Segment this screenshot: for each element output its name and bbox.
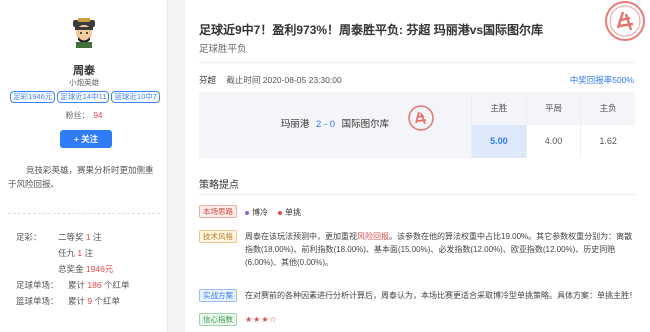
match-meta: 芬超 截止时间 2020-08-05 23:30:00	[199, 74, 342, 86]
article-title: 足球近9中7！盈利973%！周泰胜平负: 芬超 玛丽港vs国际图尔库	[199, 23, 544, 37]
badge-zucai: 足彩1946元	[10, 91, 56, 103]
match-box: 玛丽港 2 - 0 国际图尔库 主胜 5.00 平局 4.00 主负 1.62	[199, 92, 636, 158]
item-dantiao: 单挑	[278, 207, 301, 218]
badge-basketball: 篮球近10中7	[111, 91, 160, 103]
avatar[interactable]	[69, 18, 99, 48]
odd-draw[interactable]: 平局 4.00	[526, 92, 582, 158]
home-team: 玛丽港	[280, 119, 310, 130]
red-dot-icon	[278, 210, 282, 215]
divider	[199, 62, 636, 63]
red-stamp-icon	[605, 1, 645, 41]
profile-name: 周泰	[73, 65, 95, 77]
match-score: 2 - 0	[315, 119, 335, 130]
section-title: 策略提点	[199, 180, 239, 191]
odd-home-win[interactable]: 主胜 5.00	[472, 92, 527, 158]
league-name: 芬超	[199, 75, 217, 85]
away-team: 国际图尔库	[341, 119, 390, 130]
profile-card: 周泰 小炮英雄 足彩1946元 足球近14中11 篮球近10中7 粉丝： 94 +…	[0, 0, 168, 332]
odd-away-win[interactable]: 主负 1.62	[581, 92, 636, 158]
stat-row-second-prize: 足彩： 二等奖 1 注	[16, 232, 102, 242]
divider	[8, 213, 160, 214]
tag-confidence: 信心指数	[199, 313, 237, 326]
article-panel: 足球近9中7！盈利973%！周泰胜平负: 芬超 玛丽港vs国际图尔库 足球胜平负…	[185, 0, 650, 332]
odds-table: 主胜 5.00 平局 4.00 主负 1.62	[471, 92, 636, 158]
divider	[199, 194, 636, 195]
hit-rate: 中奖回报率500%	[569, 75, 634, 85]
fans-label: 粉丝：	[65, 111, 90, 120]
tech-style-text: 周泰在该玩法预测中，更加重视风险回报。该参数在他的算法权重中占比19.00%。其…	[245, 232, 633, 267]
item-bolen: 博冷	[245, 207, 268, 218]
stat-row-basketball: 篮球单场： 累计 9 个红单	[16, 296, 121, 306]
fans-value: 94	[93, 111, 103, 120]
stat-row-football: 足球单场： 累计 186 个红单	[16, 280, 130, 290]
tag-plan: 实战方案	[199, 289, 237, 302]
purple-dot-icon	[245, 210, 249, 215]
stat-row-renjiu: 任九 1 注	[58, 248, 94, 258]
tag-tech-style: 技术风格	[199, 230, 237, 243]
plan-text: 在对赛前的各种因素进行分析计算后，周泰认为，本场比赛更适合采取博冷型单挑策略。具…	[245, 291, 637, 300]
profile-subtitle: 小炮英雄	[69, 78, 99, 87]
red-stamp-small-icon	[408, 105, 434, 131]
match-idea-items: 博冷 单挑	[245, 207, 301, 218]
badge-football: 足球近14中11	[57, 91, 110, 103]
stat-row-total: 总奖金 1946元	[58, 264, 114, 274]
profile-stats: 足彩： 二等奖 1 注 任九 1 注 总奖金 1946元 足球单场： 累计 18…	[16, 229, 166, 309]
profile-badges: 足彩1946元 足球近14中11 篮球近10中7	[4, 91, 166, 103]
fans-count: 粉丝： 94	[0, 110, 168, 121]
confidence-stars: ★★★☆	[245, 315, 278, 324]
follow-button[interactable]: + 关注	[60, 130, 112, 148]
profile-description: 竞技彩英雄，赛果分析时更加侧重于风险回报。	[8, 165, 154, 189]
article-category: 足球胜平负	[199, 44, 247, 55]
tag-match-idea: 本场思路	[199, 205, 237, 218]
deadline: 截止时间 2020-08-05 23:30:00	[226, 75, 342, 85]
